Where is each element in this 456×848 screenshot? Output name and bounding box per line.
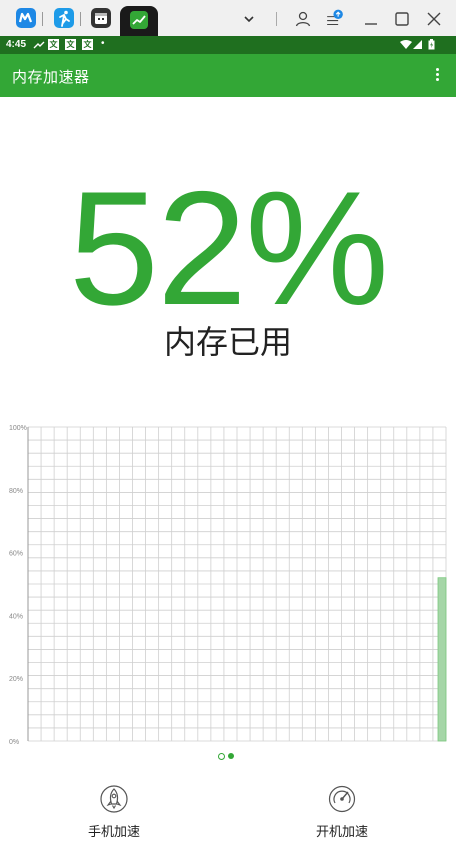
maximize-icon[interactable] — [391, 8, 413, 30]
battery-icon — [428, 39, 435, 50]
y-tick-label: 0% — [9, 739, 19, 746]
more-notifications-dot: • — [101, 38, 105, 49]
tab-separator — [42, 12, 43, 26]
phone-boost-label: 手机加速 — [87, 825, 140, 840]
memory-usage-percent: 52% — [68, 158, 389, 339]
page-indicator — [218, 753, 238, 761]
memory-usage-label: 内存已用 — [163, 323, 292, 361]
chart-app-icon — [130, 11, 148, 29]
app-window: 4:45 文 文 文 • 内存加速器 52% 内存已用 0% 20% 40% 6… — [0, 0, 456, 848]
m-app-icon — [18, 12, 33, 23]
startup-boost-label: 开机加速 — [315, 825, 368, 840]
more-vert-icon-dot — [436, 78, 439, 81]
y-tick-label: 100% — [9, 425, 27, 432]
page-dot-inactive[interactable] — [218, 753, 225, 760]
rocket-icon — [100, 785, 128, 813]
calendar-app-icon — [95, 13, 107, 24]
menu-upload-icon[interactable] — [324, 8, 346, 30]
y-tick-label: 80% — [9, 488, 23, 495]
y-tick-label: 20% — [9, 676, 23, 683]
host-tab-calendar-app[interactable] — [91, 8, 111, 28]
overflow-menu-button[interactable] — [436, 68, 440, 84]
y-tick-label: 40% — [9, 613, 23, 620]
phone-boost-button[interactable]: 手机加速 — [54, 784, 174, 844]
close-icon[interactable] — [423, 8, 445, 30]
status-bar: 4:45 文 文 文 • — [0, 36, 456, 54]
chevron-down-icon[interactable] — [238, 8, 260, 30]
page-dot-active[interactable] — [228, 753, 234, 759]
wifi-icon — [400, 40, 412, 49]
power-dial-icon — [328, 785, 356, 813]
host-tab-runner-app[interactable] — [54, 8, 74, 28]
memory-usage-bar — [437, 577, 447, 742]
more-vert-icon-dot — [436, 73, 439, 76]
memory-chart-svg: 0% 20% 40% 60% 80% 100% — [9, 425, 447, 746]
signal-icon — [413, 40, 422, 49]
host-tab-bar — [0, 0, 456, 36]
status-time: 4:45 — [6, 39, 27, 50]
host-tab-chart-app[interactable] — [120, 6, 158, 36]
more-vert-icon — [436, 68, 439, 71]
host-tab-m-app[interactable] — [16, 8, 36, 28]
translate-notification-icon: 文 — [65, 39, 76, 50]
tab-separator — [80, 12, 81, 26]
startup-boost-button[interactable]: 开机加速 — [282, 784, 402, 844]
translate-notification-icon: 文 — [82, 39, 93, 50]
translate-notification-icon: 文 — [48, 39, 59, 50]
memory-chart: 0% 20% 40% 60% 80% 100% — [0, 418, 456, 748]
minimize-icon[interactable] — [360, 8, 382, 30]
trend-notification-icon — [33, 41, 45, 49]
user-icon[interactable] — [292, 8, 314, 30]
app-toolbar: 内存加速器 — [0, 54, 456, 97]
y-tick-label: 60% — [9, 551, 23, 558]
toolbar-title: 内存加速器 — [12, 68, 90, 86]
controls-separator — [276, 12, 277, 26]
runner-app-icon — [59, 10, 70, 27]
